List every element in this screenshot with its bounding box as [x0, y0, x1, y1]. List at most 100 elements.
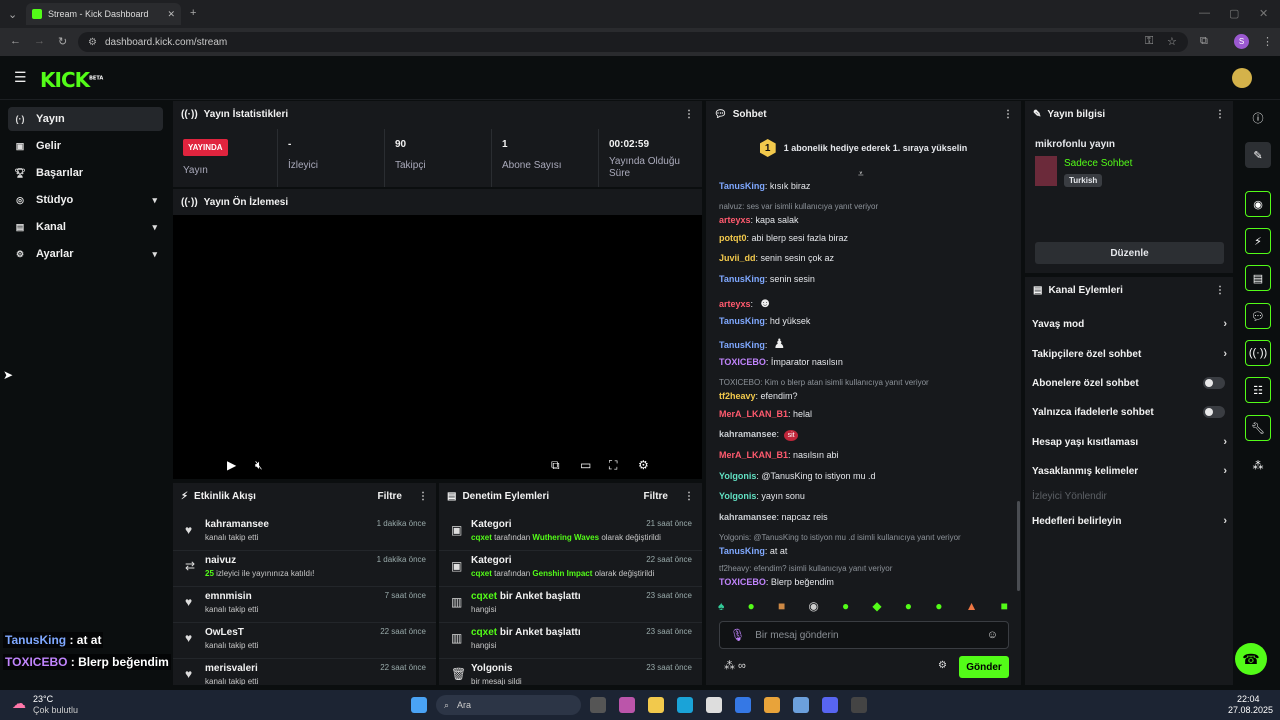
edit-pencil-icon[interactable]: ✎	[1245, 142, 1271, 168]
broadcast-icon[interactable]: ((·))	[1245, 340, 1271, 366]
emote-icon[interactable]: ●	[905, 599, 912, 615]
extensions-icon[interactable]: ⧉	[1200, 35, 1208, 48]
edit-button[interactable]: Düzenle	[1035, 242, 1224, 264]
kick-logo[interactable]: KICKBETA	[40, 68, 103, 92]
sidebar-item-yayin[interactable]: (·) Yayın	[8, 107, 163, 131]
bookmark-star-icon[interactable]: ☆	[1167, 35, 1177, 48]
emoji-icon[interactable]: ☺	[987, 629, 998, 641]
play-icon[interactable]: ▶	[227, 458, 236, 472]
minimize-icon[interactable]: —	[1199, 7, 1210, 19]
chat-username[interactable]: kahramansee	[719, 429, 777, 439]
chat-username[interactable]: tf2heavy	[719, 391, 756, 401]
action-slow-mode[interactable]: Yavaş mod ›	[1032, 313, 1227, 335]
chat-username[interactable]: potqt0	[719, 233, 747, 243]
wrench-icon[interactable]: 🔧︎	[1245, 415, 1271, 441]
chat-username[interactable]: Yolgonis	[719, 471, 756, 481]
help-headset-icon[interactable]: ☎	[1235, 643, 1267, 675]
gift-leaderboard-banner[interactable]: 1 1 abonelik hediye ederek 1. sıraya yük…	[706, 135, 1021, 161]
emote-icon[interactable]: ◆	[872, 599, 881, 615]
window-close-icon[interactable]: ✕	[1259, 7, 1268, 20]
user-avatar[interactable]	[1232, 68, 1252, 88]
layout-icon[interactable]: ☷	[1245, 377, 1271, 403]
maximize-icon[interactable]: ▢	[1229, 7, 1239, 20]
action-banned-words[interactable]: Yasaklanmış kelimeler ›	[1032, 460, 1227, 482]
more-options-icon[interactable]: ⋮	[418, 491, 428, 502]
mute-icon[interactable]: 🔇︎	[255, 458, 263, 473]
more-options-icon[interactable]: ⋮	[684, 491, 694, 502]
camera-icon[interactable]: ◉	[1245, 191, 1271, 217]
chat-username[interactable]: MerA_LKAN_B1	[719, 450, 788, 460]
chat-username[interactable]: kahramansee	[719, 512, 777, 522]
tab-list-icon[interactable]: ⌄	[8, 8, 17, 21]
file-explorer-icon[interactable]	[648, 697, 664, 713]
filter-button[interactable]: Filtre	[644, 491, 668, 502]
store-icon[interactable]	[706, 697, 722, 713]
sidebar-item-basarilar[interactable]: 🏆︎ Başarılar	[8, 161, 163, 185]
site-info-icon[interactable]: ⚙	[88, 37, 97, 48]
filter-button[interactable]: Filtre	[378, 491, 402, 502]
browser-menu-icon[interactable]: ⋮	[1262, 35, 1273, 48]
chat-username[interactable]: TOXICEBO	[719, 577, 766, 587]
more-options-icon[interactable]: ⋮	[1003, 109, 1013, 120]
chat-input[interactable]: 🎙︎ Bir mesaj gönderin ☺	[719, 621, 1009, 649]
chat-settings-gear-icon[interactable]: ⚙	[938, 660, 947, 671]
forward-icon[interactable]: →	[34, 35, 45, 47]
settings-gear-icon[interactable]: ⚙	[638, 458, 649, 472]
send-button[interactable]: Gönder	[959, 656, 1009, 678]
emote-icon[interactable]: ●	[748, 599, 755, 615]
task-view-icon[interactable]	[590, 697, 606, 713]
more-options-icon[interactable]: ⋮	[1215, 109, 1225, 120]
sidebar-item-gelir[interactable]: ▣ Gelir	[8, 134, 163, 158]
reload-icon[interactable]: ↻	[58, 35, 67, 48]
chat-username[interactable]: Yolgonis	[719, 491, 756, 501]
chat-username[interactable]: TOXICEBO	[719, 357, 766, 367]
theater-mode-icon[interactable]: ▭	[580, 458, 591, 472]
chat-username[interactable]: TanusKing	[719, 274, 765, 284]
category-name[interactable]: Sadece Sohbet	[1064, 158, 1132, 169]
obs-icon[interactable]	[851, 697, 867, 713]
back-icon[interactable]: ←	[10, 35, 21, 47]
edge-icon[interactable]	[677, 697, 693, 713]
chat-username[interactable]: TanusKing	[719, 316, 765, 326]
new-tab-icon[interactable]: +	[190, 7, 196, 19]
emote-icon[interactable]: ●	[935, 599, 942, 615]
action-followers-only[interactable]: Takipçilere özel sohbet ›	[1032, 343, 1227, 365]
emote-only-toggle[interactable]	[1203, 406, 1225, 418]
sidebar-item-kanal[interactable]: ▤ Kanal ▾	[8, 215, 163, 239]
emote-icon[interactable]: ■	[778, 599, 785, 615]
chat-username[interactable]: arteyxs	[719, 215, 751, 225]
subscribers-only-toggle[interactable]	[1203, 377, 1225, 389]
notes-icon[interactable]: ▤	[1245, 265, 1271, 291]
taskbar-search[interactable]: ⌕ Ara	[436, 695, 581, 715]
profile-avatar[interactable]: S	[1234, 34, 1249, 49]
chat-username[interactable]: Juvii_dd	[719, 253, 756, 263]
app-icon[interactable]	[735, 697, 751, 713]
more-options-icon[interactable]: ⋮	[1215, 285, 1225, 296]
chat-users-icon[interactable]: ⁂ ∞	[724, 659, 746, 672]
windows-start-icon[interactable]	[411, 697, 427, 713]
emote-icon[interactable]: ▲	[966, 599, 978, 615]
pip-icon[interactable]: ⧉	[551, 458, 560, 473]
close-tab-icon[interactable]: ✕	[167, 9, 175, 20]
chat-scrollbar[interactable]	[1017, 501, 1020, 591]
emote-icon[interactable]: ◉	[808, 599, 818, 615]
lightning-icon[interactable]: ⚡︎	[1245, 228, 1271, 254]
emote-icon[interactable]: ■	[1001, 599, 1008, 615]
action-set-goals[interactable]: Hedefleri belirleyin ›	[1032, 510, 1227, 532]
microphone-icon[interactable]: 🎙︎	[730, 628, 745, 642]
info-icon[interactable]: ⓘ	[1245, 105, 1271, 131]
browser-tab[interactable]: Stream - Kick Dashboard ✕	[26, 3, 181, 25]
chrome-icon[interactable]	[764, 697, 780, 713]
chat-username[interactable]: MerA_LKAN_B1	[719, 409, 788, 419]
emote-icon[interactable]: ♠	[718, 599, 724, 615]
more-options-icon[interactable]: ⋮	[684, 109, 694, 120]
emote-icon[interactable]: ●	[842, 599, 849, 615]
sidebar-item-ayarlar[interactable]: ⚙ Ayarlar ▾	[8, 242, 163, 266]
chat-username[interactable]: TanusKing	[719, 181, 765, 191]
chat-bubble-icon[interactable]: 💬︎	[1245, 303, 1271, 329]
url-field[interactable]: ⚙ dashboard.kick.com/stream	[78, 32, 1188, 52]
discord-icon[interactable]	[822, 697, 838, 713]
action-account-age[interactable]: Hesap yaşı kısıtlaması ›	[1032, 431, 1227, 453]
copilot-icon[interactable]	[619, 697, 635, 713]
chat-username[interactable]: TanusKing	[719, 340, 765, 350]
